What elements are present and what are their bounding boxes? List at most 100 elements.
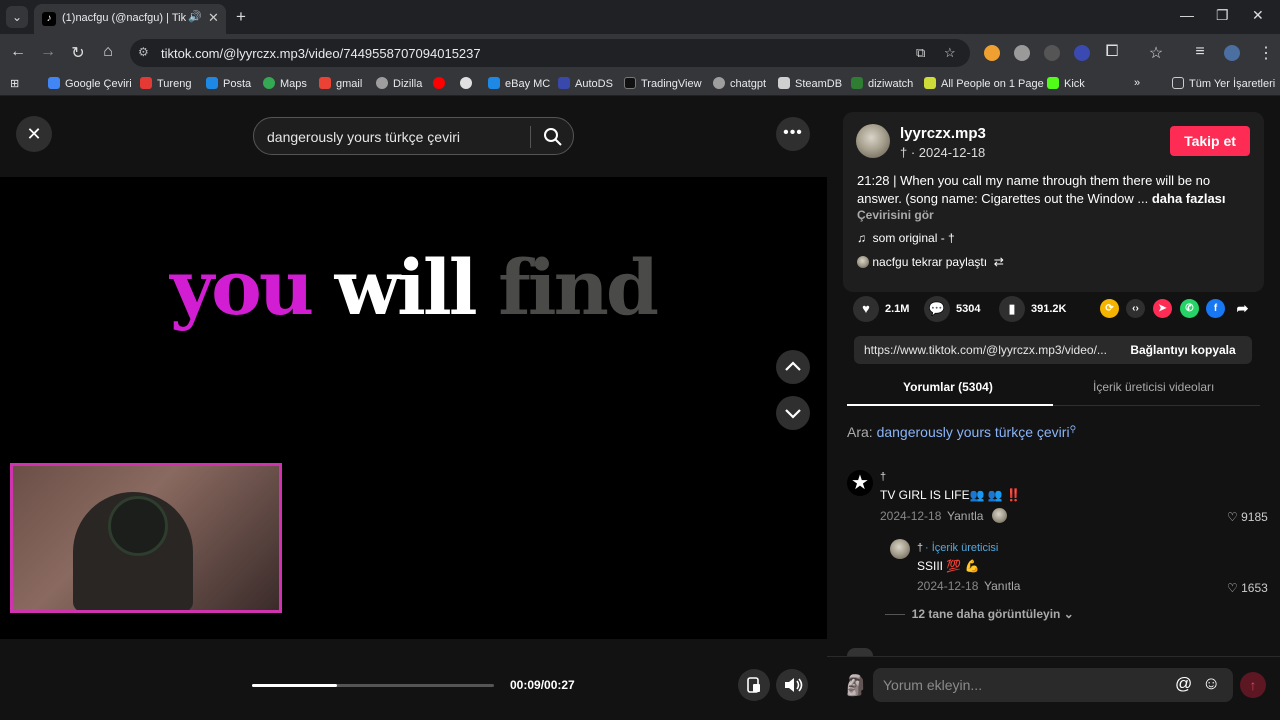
browser-tab-strip: ⌄ ♪ (1)nacfgu (@nacfgu) | TikTok 🔊 ✕ + —…	[0, 0, 1280, 34]
whatsapp-icon[interactable]: ✆	[1180, 299, 1199, 318]
bookmark-star-icon[interactable]: ☆	[944, 45, 956, 61]
bookmark-item[interactable]: Maps	[263, 77, 307, 90]
reply-button[interactable]: Yanıtla	[947, 509, 983, 523]
close-window-button[interactable]: ✕	[1252, 7, 1264, 24]
post-info-card: lyyrczx.mp3 † · 2024-12-18 Takip et 21:2…	[843, 112, 1264, 292]
music-note-icon: ♫	[857, 231, 866, 245]
bookmark-item[interactable]: Kick	[1047, 77, 1085, 90]
restore-button[interactable]: ❐	[1216, 7, 1229, 24]
comment-button[interactable]: 💬 5304	[924, 296, 980, 322]
back-icon[interactable]: ←	[8, 43, 28, 61]
reply-avatar[interactable]	[890, 539, 910, 559]
bookmark-icon[interactable]	[460, 77, 477, 90]
facebook-icon[interactable]: f	[1206, 299, 1225, 318]
home-icon[interactable]: ⌂	[98, 43, 118, 61]
repost-share-icon[interactable]: ⟳	[1100, 299, 1119, 318]
close-video-button[interactable]: ✕	[16, 116, 52, 152]
bookmarks-icon[interactable]: ☆	[1146, 43, 1166, 63]
repost-icon[interactable]: ⇄	[994, 255, 1004, 269]
extension-icon[interactable]	[984, 45, 1000, 61]
extension-icon[interactable]	[1044, 45, 1060, 61]
share-arrow-icon[interactable]: ➦	[1233, 299, 1252, 318]
commenter-avatar[interactable]: ★	[847, 470, 873, 496]
creator-username[interactable]: lyyrczx.mp3	[900, 125, 986, 142]
search-input[interactable]: dangerously yours türkçe çeviri	[267, 129, 460, 145]
search-icon[interactable]	[543, 127, 563, 152]
heart-icon: ♥	[853, 296, 879, 322]
chrome-menu-icon[interactable]: ⋮	[1256, 43, 1276, 63]
save-button[interactable]: ▮ 391.2K	[999, 296, 1066, 322]
tab-comments[interactable]: Yorumlar (5304)	[903, 380, 993, 394]
extension-icon[interactable]	[1074, 45, 1090, 61]
bookmark-item[interactable]: eBay MC	[488, 77, 550, 90]
translate-link[interactable]: Çevirisini gör	[857, 208, 934, 222]
comment-input[interactable]: Yorum ekleyin... @ ☺	[873, 668, 1233, 702]
commenter-name[interactable]: †	[880, 471, 886, 483]
close-tab-icon[interactable]: ✕	[208, 10, 219, 26]
bookmark-item[interactable]: diziwatch	[851, 77, 913, 90]
like-count: 2.1M	[885, 303, 910, 315]
bookmark-item[interactable]: AutoDS	[558, 77, 613, 90]
comment-text: TV GIRL IS LIFE👥 👥 ‼️	[880, 488, 1022, 502]
bookmark-item[interactable]: Dizilla	[376, 77, 422, 90]
bookmark-item[interactable]: chatgpt	[713, 77, 766, 90]
volume-button[interactable]	[776, 669, 808, 701]
extension-icon[interactable]	[1014, 45, 1030, 61]
user-avatar[interactable]: 🗿	[843, 673, 868, 698]
audio-playing-icon[interactable]: 🔊	[188, 10, 202, 23]
comment-count: 5304	[956, 303, 981, 315]
previous-video-button[interactable]	[776, 350, 810, 384]
emoji-icon[interactable]: ☺	[1202, 673, 1220, 694]
mention-icon[interactable]: @	[1175, 674, 1192, 694]
apps-grid-icon[interactable]: ⊞	[10, 77, 19, 90]
follow-button[interactable]: Takip et	[1170, 126, 1250, 156]
more-options-button[interactable]: •••	[776, 117, 810, 151]
bookmark-item[interactable]: SteamDB	[778, 77, 842, 90]
site-info-icon[interactable]: ⚙	[138, 45, 149, 59]
media-control-icon[interactable]: ≡	[1190, 43, 1210, 61]
bookmark-item[interactable]: gmail	[319, 77, 362, 90]
send-comment-button[interactable]: ↑	[1240, 672, 1266, 698]
reply-author[interactable]: †	[917, 542, 923, 554]
floating-player-button[interactable]	[738, 669, 770, 701]
related-search[interactable]: Ara: dangerously yours türkçe çeviri⚲	[847, 424, 1076, 440]
cast-icon[interactable]: ⧉	[916, 45, 925, 61]
extensions-puzzle-icon[interactable]: ⧠	[1102, 43, 1122, 61]
music-link[interactable]: ♫ som original - †	[857, 231, 955, 245]
bookmark-item[interactable]: TradingView	[624, 77, 702, 90]
new-tab-button[interactable]: +	[236, 7, 246, 27]
embed-icon[interactable]: ‹›	[1126, 299, 1145, 318]
address-bar[interactable]: ⚙ tiktok.com/@lyyrczx.mp3/video/74495587…	[130, 39, 970, 67]
view-more-replies[interactable]: 12 tane daha görüntüleyin ⌄	[885, 607, 1074, 621]
all-bookmarks-folder[interactable]: Tüm Yer İşaretleri	[1172, 77, 1275, 90]
video-frame[interactable]: you will find ★	[0, 177, 827, 714]
more-bookmarks-icon[interactable]: »	[1134, 77, 1140, 89]
youtube-bookmark-icon[interactable]	[433, 77, 450, 90]
minimize-button[interactable]: —	[1180, 7, 1194, 23]
share-link-url[interactable]: https://www.tiktok.com/@lyyrczx.mp3/vide…	[864, 343, 1118, 357]
profile-avatar[interactable]	[1224, 45, 1240, 61]
bookmark-item[interactable]: Google Çeviri	[48, 77, 132, 90]
progress-bar[interactable]	[252, 684, 494, 687]
tiktok-icon: ♪	[42, 12, 56, 26]
reply-like-button[interactable]: ♡ 1653	[1227, 581, 1268, 595]
forward-icon[interactable]: →	[38, 43, 58, 61]
comment-like-button[interactable]: ♡ 9185	[1227, 510, 1268, 524]
tab-search-button[interactable]: ⌄	[6, 6, 28, 28]
reload-icon[interactable]: ↻	[68, 43, 88, 63]
creator-avatar[interactable]	[856, 124, 890, 158]
search-bar[interactable]: dangerously yours türkçe çeviri	[253, 117, 574, 155]
copy-link-button[interactable]: Bağlantıyı kopyala	[1124, 343, 1242, 357]
bookmark-item[interactable]: Posta	[206, 77, 251, 90]
more-button[interactable]: daha fazlası	[1152, 191, 1226, 206]
bookmark-item[interactable]: All People on 1 Page	[924, 77, 1044, 90]
caption-word: find	[498, 243, 659, 332]
next-comment-avatar[interactable]	[847, 648, 873, 656]
tab-creator-videos[interactable]: İçerik üreticisi videoları	[1093, 380, 1214, 394]
send-to-friend-icon[interactable]: ➤	[1153, 299, 1172, 318]
next-video-button[interactable]	[776, 396, 810, 430]
browser-tab[interactable]: ♪ (1)nacfgu (@nacfgu) | TikTok 🔊 ✕	[34, 4, 226, 34]
bookmark-item[interactable]: Tureng	[140, 77, 191, 90]
like-button[interactable]: ♥ 2.1M	[853, 296, 909, 322]
reply-reply-button[interactable]: Yanıtla	[984, 579, 1020, 593]
